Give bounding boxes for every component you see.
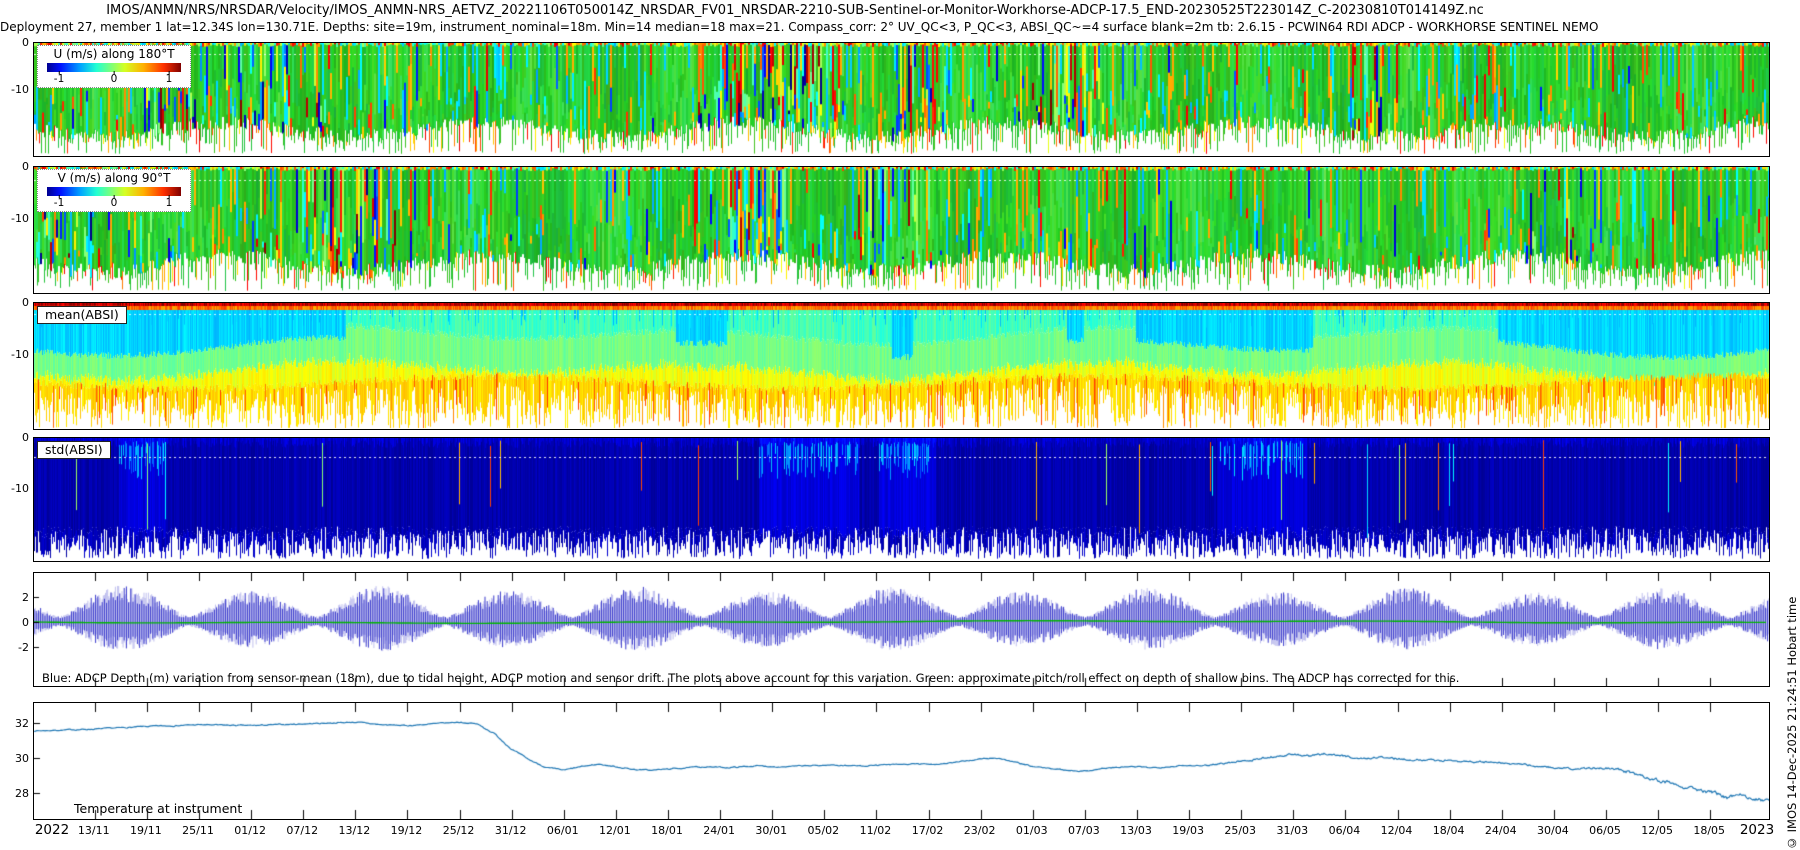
v-colorbar-legend: V (m/s) along 90°T -1 0 1 (37, 169, 191, 212)
x-tick-label: 18/05 (1693, 824, 1726, 837)
y-tick-label: 2 (22, 590, 29, 604)
u-velocity-heatmap (34, 43, 1769, 156)
depth-annotation: Blue: ADCP Depth (m) variation from sens… (42, 671, 1460, 685)
title-line-2: Deployment 27, member 1 lat=12.34S lon=1… (0, 20, 1599, 34)
mean-absi-label: mean(ABSI) (37, 306, 127, 324)
colorbar-tick-label: -1 (53, 71, 65, 85)
x-tick-label: 13/11 (77, 824, 110, 837)
y-tick-label: 28 (15, 787, 29, 801)
v-velocity-heatmap (34, 167, 1769, 293)
panel-depth-variation: Blue: ADCP Depth (m) variation from sens… (33, 572, 1770, 687)
y-tick-label: 0 (22, 160, 29, 173)
x-tick-label: 19/11 (130, 824, 162, 837)
x-tick-label: 17/02 (911, 824, 944, 837)
panel-temperature: Temperature at instrument (33, 702, 1770, 820)
x-tick-label: 18/01 (651, 824, 683, 837)
x-tick-label: 31/12 (494, 824, 527, 837)
x-tick-label: 06/01 (546, 824, 579, 837)
x-tick-label: 07/12 (286, 824, 319, 837)
x-year-label: 2022 (34, 822, 70, 838)
colorbar-tick-label: 0 (110, 195, 118, 209)
y-tick-label: -10 (11, 83, 29, 97)
x-tick-label: 13/03 (1120, 824, 1152, 837)
u-colorbar-tick-labels: -1 0 1 (47, 71, 181, 85)
temperature-label: Temperature at instrument (74, 801, 243, 816)
x-year-label: 2023 (1739, 822, 1775, 838)
imos-credit-vertical: © IMOS 14-Dec-2025 21:24:51 Hobart time (1785, 596, 1799, 850)
y-tick-label: -2 (18, 640, 29, 654)
v-legend-title: V (m/s) along 90°T (57, 171, 171, 185)
u-legend-title: U (m/s) along 180°T (53, 47, 175, 61)
x-tick-label: 13/12 (338, 824, 371, 837)
y-tick-label: 0 (22, 616, 29, 630)
x-tick-label: 11/02 (859, 824, 892, 837)
y-tick-label: 32 (15, 717, 29, 730)
x-tick-label: 30/04 (1537, 824, 1569, 837)
x-tick-label: 06/05 (1589, 824, 1621, 837)
x-tick-label: 24/04 (1484, 824, 1517, 837)
y-tick-label: 0 (22, 296, 29, 309)
x-tick-label: 19/03 (1172, 824, 1204, 837)
x-tick-label: 12/05 (1641, 824, 1673, 837)
x-tick-label: 06/04 (1328, 824, 1361, 837)
x-tick-label: 25/12 (442, 824, 475, 837)
colorbar-tick-label: 1 (165, 71, 173, 85)
std-absi-heatmap (34, 438, 1769, 561)
x-tick-label: 05/02 (807, 824, 840, 837)
x-tick-label: 12/04 (1380, 824, 1413, 837)
x-tick-label: 07/03 (1068, 824, 1100, 837)
mean-absi-heatmap (34, 303, 1769, 429)
x-tick-label: 23/02 (963, 824, 996, 837)
y-tick-label: -10 (11, 212, 29, 226)
colorbar-tick-label: 0 (110, 71, 118, 85)
panel-u-velocity: U (m/s) along 180°T -1 0 1 (33, 42, 1770, 157)
title-line-1: IMOS/ANMN/NRS/NRSDAR/Velocity/IMOS_ANMN-… (106, 3, 1484, 18)
x-tick-label: 01/03 (1015, 824, 1048, 837)
panel-v-velocity: V (m/s) along 90°T -1 0 1 (33, 166, 1770, 294)
x-tick-label: 25/03 (1224, 824, 1257, 837)
x-tick-label: 25/11 (182, 824, 214, 837)
y-tick-label: -10 (11, 482, 29, 496)
colorbar-tick-label: -1 (53, 195, 65, 209)
x-tick-label: 01/12 (234, 824, 266, 837)
temperature-plot (34, 703, 1769, 819)
depth-variation-plot (34, 573, 1769, 686)
x-tick-label: 24/01 (703, 824, 735, 837)
u-colorbar-legend: U (m/s) along 180°T -1 0 1 (37, 45, 191, 88)
y-tick-label: 0 (22, 431, 29, 444)
y-tick-label: -10 (11, 348, 29, 362)
panel-std-absi: std(ABSI) (33, 437, 1770, 562)
panel-mean-absi: mean(ABSI) (33, 302, 1770, 430)
x-tick-label: 19/12 (390, 824, 423, 837)
adcp-figure-page: { "header": { "title_line1": "IMOS/ANMN/… (0, 0, 1800, 850)
x-tick-label: 18/04 (1432, 824, 1465, 837)
std-absi-label: std(ABSI) (37, 441, 111, 459)
v-colorbar-tick-labels: -1 0 1 (47, 195, 181, 209)
x-tick-label: 12/01 (599, 824, 631, 837)
y-tick-label: 0 (22, 36, 29, 49)
y-tick-label: 30 (15, 752, 29, 766)
x-tick-label: 30/01 (755, 824, 788, 837)
x-tick-label: 31/03 (1276, 824, 1309, 837)
colorbar-tick-label: 1 (165, 195, 173, 209)
